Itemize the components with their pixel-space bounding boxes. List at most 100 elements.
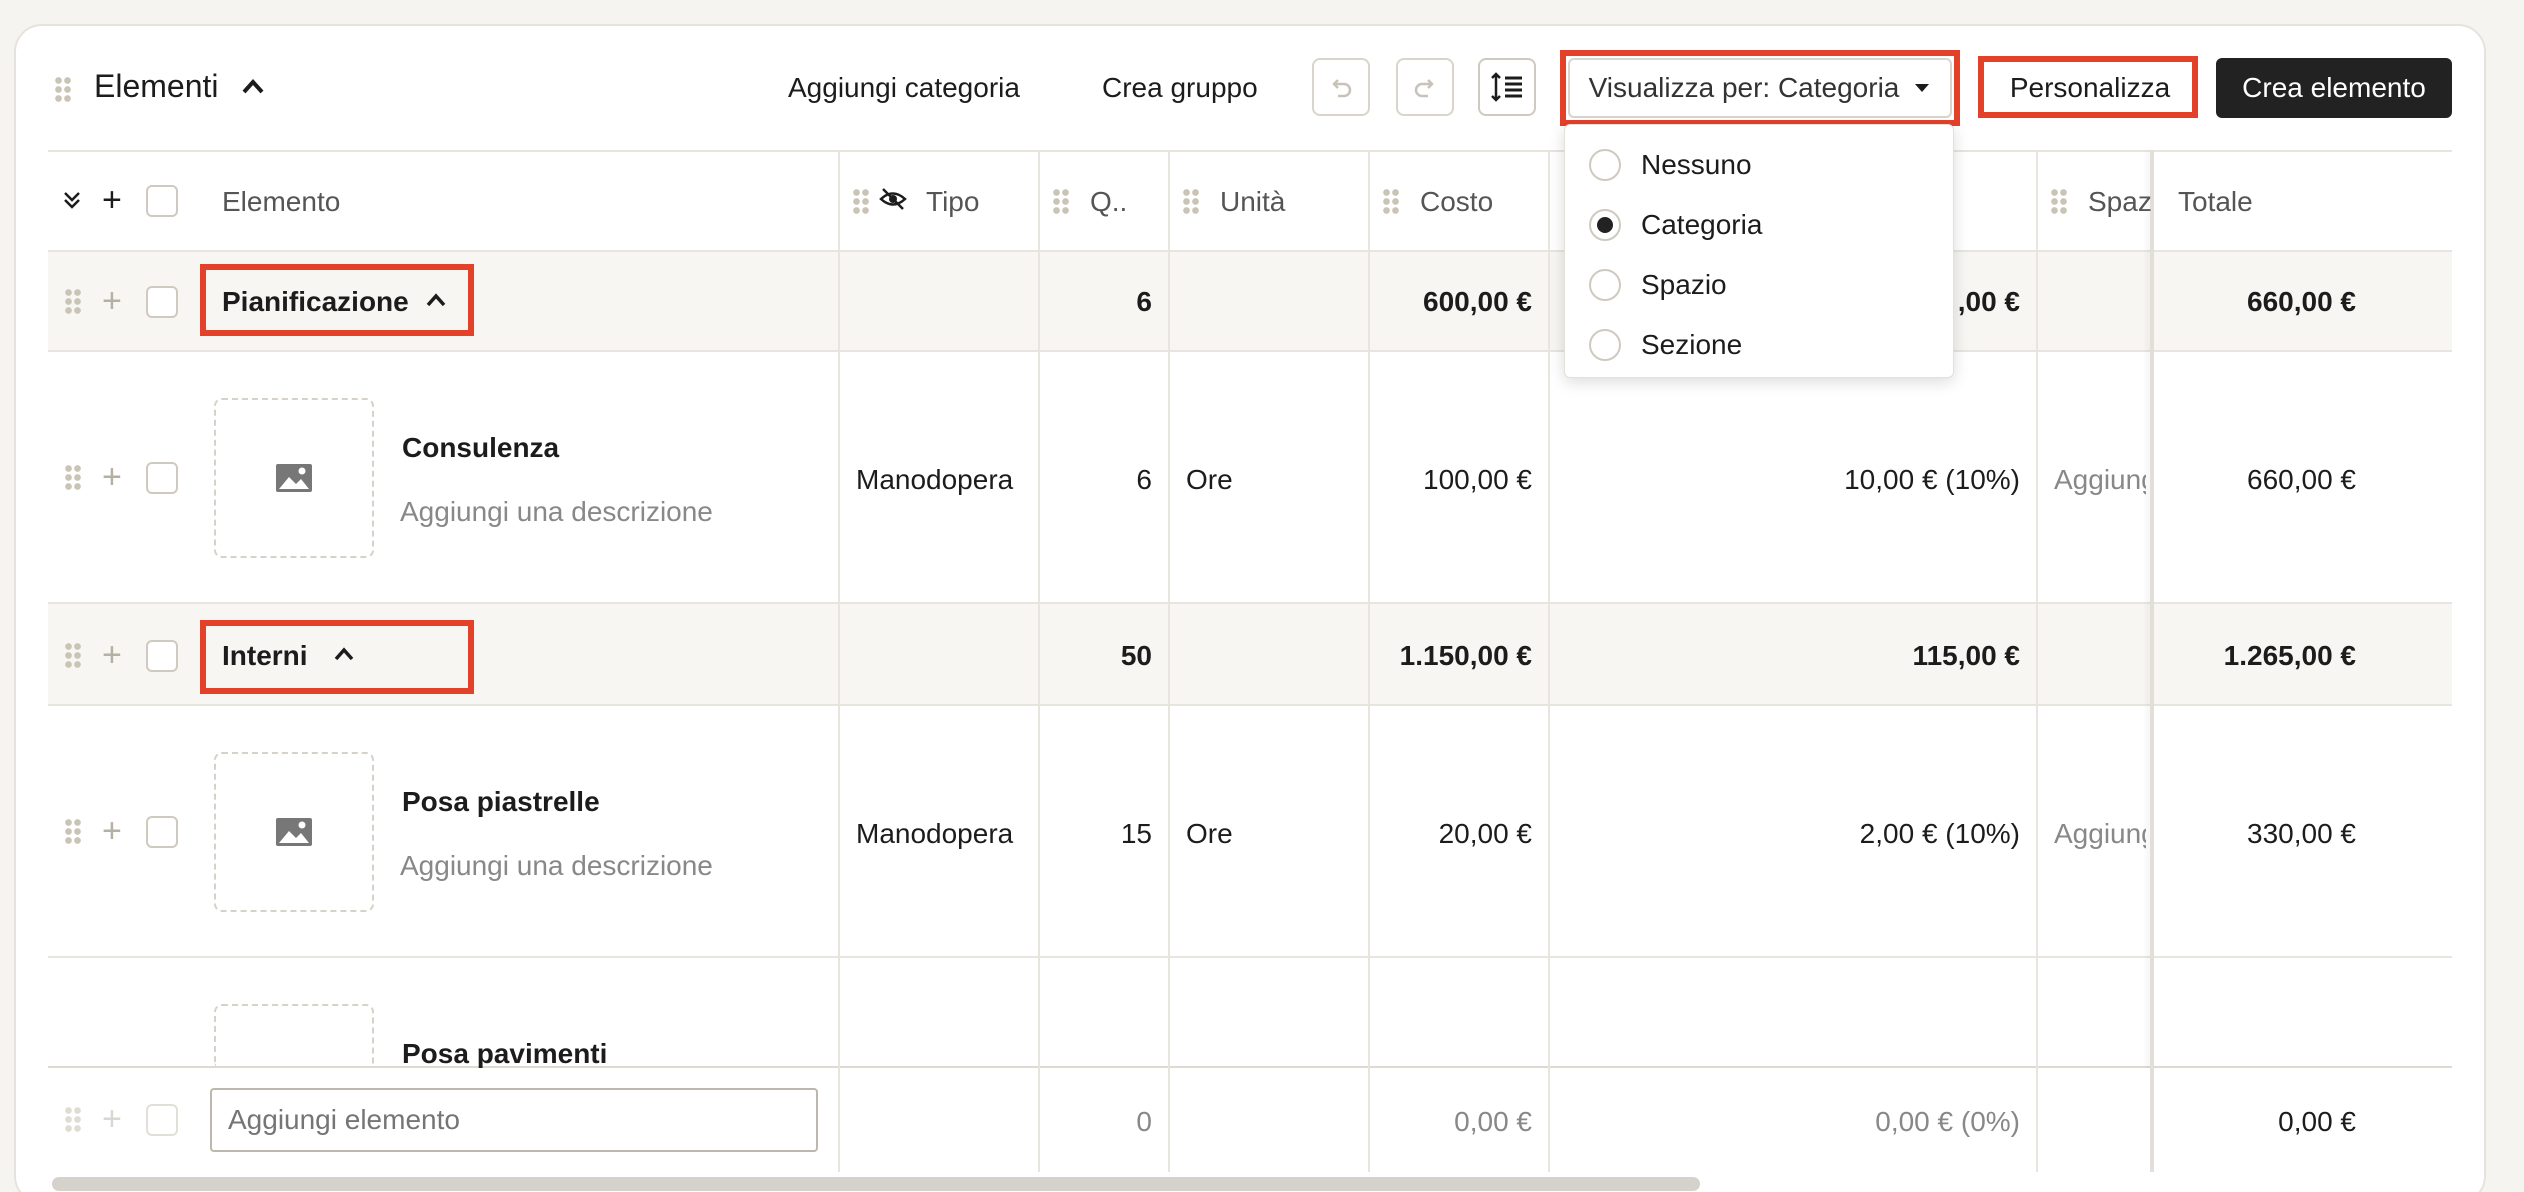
col-divider [1168,1068,1170,1172]
create-group-button[interactable]: Crea gruppo [1102,72,1258,104]
item-markup[interactable]: 10,00 € (10%) [1560,464,2020,496]
menu-option-section[interactable]: Sezione [1589,325,1742,365]
item-markup[interactable]: 2,00 € (10%) [1560,818,2020,850]
item-type[interactable]: Manodopera [856,818,1013,850]
item-unit[interactable]: Ore [1186,818,1233,850]
add-row-icon[interactable]: + [102,460,122,494]
group-qty: 6 [1136,286,1152,317]
add-row-icon[interactable]: + [102,638,122,672]
create-element-button[interactable]: Crea elemento [2216,58,2452,118]
item-total: 660,00 € [2247,464,2356,495]
select-all-checkbox[interactable] [146,185,178,217]
horizontal-scrollbar[interactable] [52,1177,1700,1191]
item-space[interactable]: Aggiung [2054,818,2146,850]
group-name-highlight [200,264,474,336]
item-description[interactable]: Aggiungi una descrizione [400,850,713,882]
row-checkbox[interactable] [146,816,178,848]
view-by-menu: Nessuno Categoria Spazio Sezione [1564,124,1954,378]
undo-button[interactable] [1312,58,1370,116]
menu-option-none[interactable]: Nessuno [1589,145,1752,185]
item-image-placeholder[interactable] [214,1004,374,1066]
collapse-chevron-icon[interactable] [240,76,266,98]
item-cost[interactable]: 100,00 € [1374,464,1532,496]
row-height-button[interactable] [1478,58,1536,116]
group-total: 1.265,00 € [2223,640,2356,671]
col-divider [1038,150,1040,1170]
radio-button[interactable] [1589,269,1621,301]
col-divider [1168,150,1170,1170]
col-header-type[interactable]: Tipo [926,186,979,218]
item-name[interactable]: Posa pavimenti [402,1038,607,1070]
radio-button-selected[interactable] [1589,209,1621,241]
menu-option-label: Nessuno [1641,149,1752,180]
col-divider [1548,1068,1550,1172]
row-checkbox[interactable] [146,640,178,672]
row-divider [48,956,2452,958]
group-name-highlight [200,620,474,694]
footer-markup: 0,00 € (0%) [1875,1106,2020,1137]
col-divider [1368,1068,1370,1172]
add-row-icon: + [102,1100,122,1138]
line-spacing-icon [1491,72,1522,102]
group-cost: 1.150,00 € [1399,640,1532,671]
menu-option-label: Sezione [1641,329,1743,360]
table-top-border [48,150,2452,152]
row-divider [48,602,2452,604]
col-header-qty[interactable]: Q.. [1090,186,1127,218]
add-row-icon[interactable]: + [102,814,122,848]
menu-option-space[interactable]: Spazio [1589,265,1727,305]
expand-all-icon[interactable] [60,188,84,212]
col-header-total[interactable]: Totale [2178,186,2253,218]
row-drag-handle[interactable] [64,464,82,490]
col-header-space[interactable]: Spaz [2088,186,2152,218]
col-drag-handle[interactable] [2050,188,2068,214]
col-drag-handle[interactable] [852,188,870,214]
row-checkbox[interactable] [146,286,178,318]
redo-icon [1414,79,1434,98]
row-drag-handle[interactable] [64,818,82,844]
group-qty: 50 [1120,640,1152,671]
item-space[interactable]: Aggiung [2054,464,2146,496]
panel-drag-handle[interactable] [54,76,72,102]
footer-qty: 0 [1136,1106,1152,1137]
item-image-placeholder[interactable] [214,752,374,912]
add-category-button[interactable]: Aggiungi categoria [788,72,1020,104]
col-divider [1368,150,1370,1170]
col-drag-handle[interactable] [1052,188,1070,214]
row-drag-handle[interactable] [64,642,82,668]
add-row-icon[interactable]: + [102,183,122,217]
col-header-element[interactable]: Elemento [222,186,340,218]
row-drag-handle[interactable] [64,288,82,314]
item-cost[interactable]: 20,00 € [1374,818,1532,850]
col-divider [838,150,840,1170]
add-element-input[interactable] [210,1088,818,1152]
group-cost: 600,00 € [1423,286,1532,317]
add-row-icon[interactable]: + [102,284,122,318]
item-name[interactable]: Posa piastrelle [402,786,600,818]
create-element-label: Crea elemento [2242,72,2426,103]
item-description[interactable]: Aggiungi una descrizione [400,496,713,528]
item-image-placeholder[interactable] [214,398,374,558]
group-total: 660,00 € [2247,286,2356,317]
col-drag-handle[interactable] [1182,188,1200,214]
customize-highlight [1978,56,2198,118]
footer-cost: 0,00 € [1454,1106,1532,1137]
item-qty[interactable]: 6 [1044,464,1152,496]
col-divider [838,1068,840,1172]
eye-off-icon[interactable] [878,186,908,212]
col-header-cost[interactable]: Costo [1420,186,1493,218]
radio-button[interactable] [1589,149,1621,181]
radio-button[interactable] [1589,329,1621,361]
item-name[interactable]: Consulenza [402,432,559,464]
item-type[interactable]: Manodopera [856,464,1013,496]
footer-total: 0,00 € [2278,1106,2356,1137]
redo-button[interactable] [1396,58,1454,116]
item-unit[interactable]: Ore [1186,464,1233,496]
col-drag-handle[interactable] [1382,188,1400,214]
row-checkbox[interactable] [146,462,178,494]
menu-option-category[interactable]: Categoria [1589,205,1762,245]
group-markup: 115,00 € [1912,640,2020,671]
col-header-unit[interactable]: Unità [1220,186,1285,218]
item-qty[interactable]: 15 [1044,818,1152,850]
row-divider [48,704,2452,706]
